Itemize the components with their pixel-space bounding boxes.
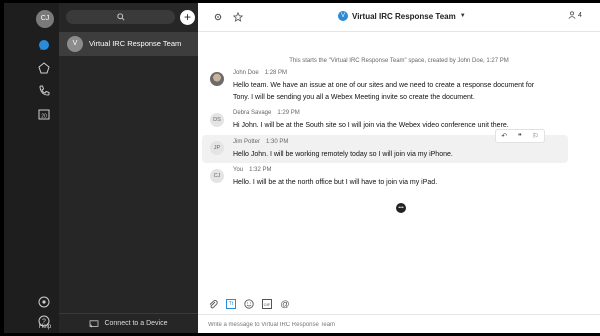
space-created-notice: This starts the "Virtual IRC Response Te… [289,58,509,64]
message-text: Hello. I will be at the north office but… [233,177,553,189]
space-title-menu[interactable]: V Virtual IRC Response Team ▼ [338,11,466,21]
svg-text:20: 20 [41,113,47,119]
search-icon [116,13,125,21]
message-time: 1:32 PM [249,167,272,173]
message-meta: John Doe 1:28 PM [233,70,287,76]
quote-icon[interactable]: ❝ [518,132,522,140]
message-line: Hello. I will be at the north office but… [233,179,438,186]
teams-icon[interactable] [38,61,50,79]
message-composer [198,314,600,333]
help-label[interactable]: Help [38,324,52,330]
user-avatar[interactable]: CJ [36,10,54,28]
format-icon[interactable]: Tt [226,299,236,309]
flag-icon[interactable]: ⚐ [532,132,538,140]
space-name: Virtual IRC Response Team [89,39,182,48]
mention-icon[interactable]: @ [280,299,290,309]
message-input[interactable] [208,319,588,330]
message-actions-toolbar: ↶ ❝ ⚐ [495,129,545,143]
message-line: Hello John. I will be working remotely t… [233,151,453,158]
composer-toolbar: Tt GIF @ [208,299,290,309]
scroll-to-bottom-icon[interactable]: ••• [396,203,406,213]
star-icon[interactable] [232,11,244,23]
attach-icon[interactable] [208,299,218,309]
message-meta: Jim Potter 1:30 PM [233,139,288,145]
message-author: John Doe [233,70,259,76]
author-avatar: CJ [210,169,224,183]
space-title-badge: V [338,11,348,21]
gif-icon[interactable]: GIF [262,299,272,309]
add-space-button[interactable]: + [180,10,195,25]
reply-icon[interactable]: ↶ [501,132,507,140]
settings-icon[interactable] [212,11,224,23]
left-rail [4,3,59,333]
message-author: You [233,167,244,173]
message-line: Tony. I will be sending you all a Webex … [233,94,475,101]
message-line: Hello team. We have an issue at one of o… [233,82,535,89]
status-icon[interactable] [38,295,50,313]
message-time: 1:30 PM [266,139,289,145]
message-meta: Debra Savage 1:29 PM [233,110,300,116]
author-avatar [210,72,224,86]
message-meta: You 1:32 PM [233,167,271,173]
message-author: Jim Potter [233,139,261,145]
author-avatar: JP [210,141,224,155]
space-title: Virtual IRC Response Team [352,11,456,21]
author-avatar: DS [210,113,224,127]
chevron-down-icon: ▼ [459,13,466,19]
message-time: 1:29 PM [277,110,300,116]
message-text: Hello team. We have an issue at one of o… [233,80,553,104]
emoji-icon[interactable] [244,299,254,309]
space-list-item[interactable]: V Virtual IRC Response Team [59,32,198,56]
person-icon [568,11,576,19]
participants-button[interactable]: 4 [568,11,582,19]
message-text: Hello John. I will be working remotely t… [233,149,553,161]
search-input[interactable] [66,10,175,24]
messaging-icon[interactable] [38,38,50,56]
space-avatar: V [67,36,83,52]
message-author: Debra Savage [233,110,272,116]
calls-icon[interactable] [38,84,50,102]
message-time: 1:28 PM [264,70,288,76]
connect-to-device-button[interactable]: Connect to a Device [59,313,198,333]
calendar-icon[interactable]: 20 [38,107,50,125]
webex-app: CJ 20 ? Help + V Virtual IRC Response Te… [4,3,600,333]
participant-count: 4 [578,11,582,19]
space-header: V Virtual IRC Response Team ▼ 4 [198,3,600,32]
cast-icon [90,319,99,327]
connect-label: Connect to a Device [104,320,168,327]
